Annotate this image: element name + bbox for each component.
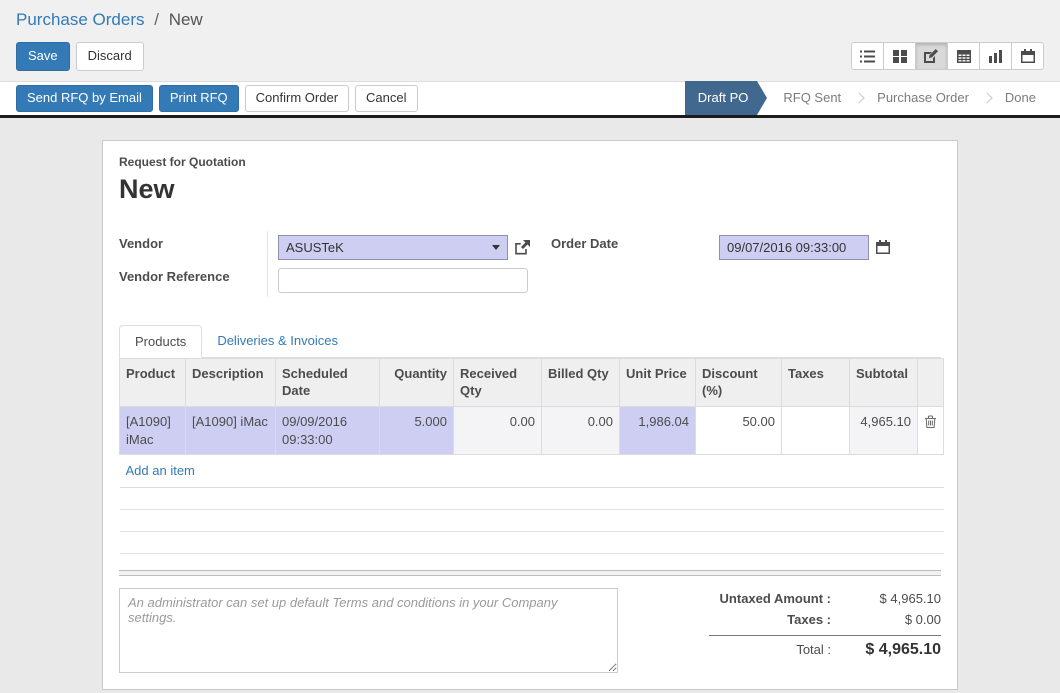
- cell-subtotal: 4,965.10: [850, 406, 918, 454]
- notebook-tabs: Products Deliveries & Invoices: [119, 325, 941, 358]
- cancel-button[interactable]: Cancel: [355, 85, 417, 112]
- total-label: Total :: [709, 642, 845, 657]
- untaxed-amount-value: $ 4,965.10: [845, 591, 941, 606]
- untaxed-amount-row: Untaxed Amount : $ 4,965.10: [709, 588, 941, 609]
- dropdown-caret-icon: [492, 245, 500, 250]
- edit-form-icon: [924, 49, 939, 63]
- cell-description[interactable]: [A1090] iMac: [186, 406, 276, 454]
- breadcrumb-separator: /: [154, 10, 159, 29]
- status-done[interactable]: Done: [997, 81, 1044, 115]
- col-header-unit-price: Unit Price: [620, 358, 696, 406]
- datepicker-calendar-icon[interactable]: [876, 240, 890, 254]
- vendor-label: Vendor: [119, 231, 267, 251]
- pivot-table-icon: [957, 50, 971, 63]
- chevron-right-icon: [981, 93, 992, 104]
- col-header-description: Description: [186, 358, 276, 406]
- cell-received-qty: 0.00: [454, 406, 542, 454]
- view-switcher: [851, 42, 1044, 70]
- vendor-reference-label: Vendor Reference: [119, 264, 267, 284]
- empty-row: [120, 531, 944, 553]
- cell-taxes[interactable]: [782, 406, 850, 454]
- section-separator: [119, 570, 941, 576]
- bar-chart-icon: [989, 50, 1003, 63]
- empty-row: [120, 487, 944, 509]
- cell-billed-qty: 0.00: [542, 406, 620, 454]
- calendar-view-button[interactable]: [1011, 42, 1044, 70]
- col-header-scheduled-date: Scheduled Date: [276, 358, 380, 406]
- vendor-select[interactable]: ASUSTeK: [278, 235, 508, 260]
- sheet-footer: Untaxed Amount : $ 4,965.10 Taxes : $ 0.…: [119, 588, 941, 673]
- status-purchase-order[interactable]: Purchase Order: [869, 81, 977, 115]
- add-an-item-link[interactable]: Add an item: [126, 463, 195, 478]
- col-header-actions: [918, 358, 944, 406]
- external-link-icon[interactable]: [515, 240, 530, 255]
- control-panel: Save Discard: [0, 34, 1060, 81]
- graph-view-button[interactable]: [979, 42, 1012, 70]
- save-button[interactable]: Save: [16, 42, 70, 71]
- cell-quantity[interactable]: 5.000: [380, 406, 454, 454]
- chevron-right-icon: [853, 93, 864, 104]
- discard-button[interactable]: Discard: [76, 42, 144, 71]
- pivot-view-button[interactable]: [947, 42, 980, 70]
- col-header-taxes: Taxes: [782, 358, 850, 406]
- taxes-value: $ 0.00: [845, 612, 941, 627]
- col-header-subtotal: Subtotal: [850, 358, 918, 406]
- cell-unit-price[interactable]: 1,986.04: [620, 406, 696, 454]
- empty-row: [120, 509, 944, 531]
- list-icon: [860, 50, 875, 63]
- breadcrumb-current: New: [169, 10, 203, 29]
- statusbar: Send RFQ by Email Print RFQ Confirm Orde…: [0, 81, 1060, 115]
- col-header-product: Product: [120, 358, 186, 406]
- field-groups: Vendor ASUSTeK Vendor Reference: [119, 231, 941, 297]
- left-field-group: Vendor ASUSTeK Vendor Reference: [119, 231, 531, 297]
- print-rfq-button[interactable]: Print RFQ: [159, 85, 239, 112]
- trash-icon: [925, 416, 936, 431]
- breadcrumb: Purchase Orders / New: [0, 0, 1060, 34]
- delete-line-button[interactable]: [918, 406, 944, 454]
- cell-discount[interactable]: 50.00: [696, 406, 782, 454]
- total-row: Total : $ 4,965.10: [709, 638, 941, 662]
- col-header-quantity: Quantity: [380, 358, 454, 406]
- terms-conditions-textarea[interactable]: [119, 588, 618, 673]
- col-header-discount: Discount (%): [696, 358, 782, 406]
- add-item-row: Add an item: [120, 455, 944, 488]
- kanban-icon: [893, 50, 907, 63]
- order-lines-table: Product Description Scheduled Date Quant…: [119, 358, 944, 554]
- order-date-input[interactable]: [719, 235, 869, 260]
- status-draft-po[interactable]: Draft PO: [685, 81, 758, 115]
- status-rfq-sent[interactable]: RFQ Sent: [775, 81, 849, 115]
- cell-product[interactable]: [A1090] iMac: [120, 406, 186, 454]
- page-title: New: [119, 174, 941, 205]
- cell-scheduled-date[interactable]: 09/09/2016 09:33:00: [276, 406, 380, 454]
- list-view-button[interactable]: [851, 42, 884, 70]
- send-rfq-by-email-button[interactable]: Send RFQ by Email: [16, 85, 153, 112]
- totals-divider: [709, 635, 941, 636]
- purchase-order-form-screen: Purchase Orders / New Save Discard: [0, 0, 1060, 690]
- col-header-received-qty: Received Qty: [454, 358, 542, 406]
- breadcrumb-purchase-orders[interactable]: Purchase Orders: [16, 10, 145, 29]
- untaxed-amount-label: Untaxed Amount :: [709, 591, 845, 606]
- kanban-view-button[interactable]: [883, 42, 916, 70]
- document-type-label: Request for Quotation: [119, 155, 941, 169]
- form-content: Request for Quotation New Vendor ASUSTeK: [0, 118, 1060, 690]
- calendar-icon: [1021, 49, 1035, 63]
- totals-block: Untaxed Amount : $ 4,965.10 Taxes : $ 0.…: [709, 588, 941, 662]
- order-date-label: Order Date: [551, 231, 709, 251]
- statusbar-buttons: Send RFQ by Email Print RFQ Confirm Orde…: [16, 85, 418, 112]
- right-field-group: Order Date: [531, 231, 941, 297]
- table-header-row: Product Description Scheduled Date Quant…: [120, 358, 944, 406]
- vendor-reference-input[interactable]: [278, 268, 528, 293]
- tab-products[interactable]: Products: [119, 325, 202, 358]
- form-sheet: Request for Quotation New Vendor ASUSTeK: [102, 140, 958, 690]
- vendor-value: ASUSTeK: [286, 240, 344, 255]
- form-view-button[interactable]: [915, 42, 948, 70]
- status-pipeline: Draft PO RFQ Sent Purchase Order Done: [685, 82, 1044, 115]
- taxes-label: Taxes :: [709, 612, 845, 627]
- order-line-row: [A1090] iMac [A1090] iMac 09/09/2016 09:…: [120, 406, 944, 454]
- confirm-order-button[interactable]: Confirm Order: [245, 85, 349, 112]
- taxes-row: Taxes : $ 0.00: [709, 609, 941, 630]
- col-header-billed-qty: Billed Qty: [542, 358, 620, 406]
- tab-deliveries-invoices[interactable]: Deliveries & Invoices: [202, 325, 353, 357]
- total-value: $ 4,965.10: [845, 641, 941, 659]
